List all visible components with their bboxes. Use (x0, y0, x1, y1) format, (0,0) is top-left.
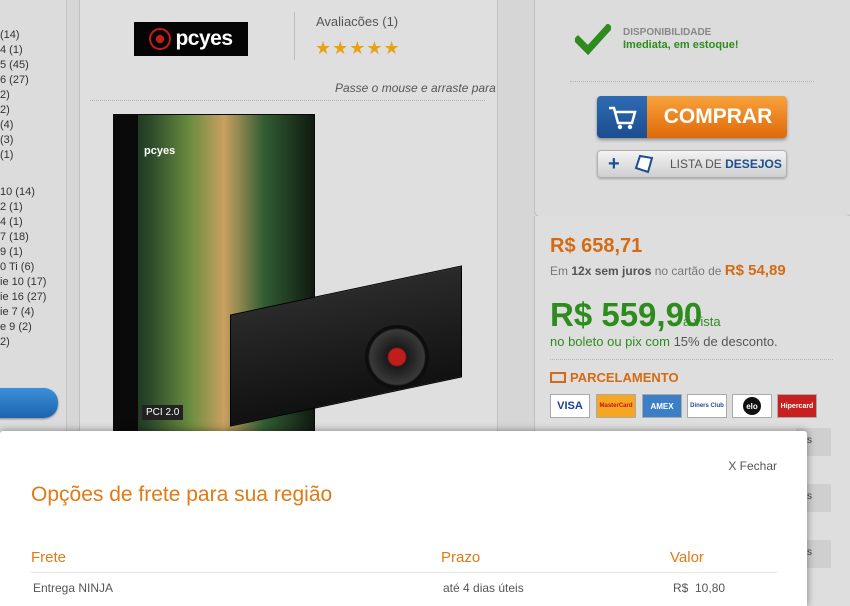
sidebar-item[interactable]: (1) (0, 148, 13, 163)
box-brand-text: pcyes (144, 145, 176, 157)
discount-line: no boleto ou pix com 15% de desconto. (550, 334, 778, 349)
filter-button[interactable] (0, 388, 58, 418)
brand-logo-icon (149, 28, 172, 50)
cash-price: R$ 559,90 (550, 296, 703, 333)
product-gallery-panel: pcyes Avaliacões (1) ★★★★★ Passe o mouse… (79, 0, 498, 442)
sidebar-item[interactable]: 10 (14) (0, 185, 35, 200)
sidebar-item[interactable]: 5 (45) (0, 58, 29, 73)
installments-title[interactable]: PARCELAMENTO (550, 370, 679, 385)
sidebar-item[interactable]: 2) (0, 103, 10, 118)
mastercard-logo: MasterCard (596, 394, 636, 418)
sidebar-item[interactable]: 2 (1) (0, 200, 23, 215)
sidebar-item[interactable]: 4 (1) (0, 215, 23, 230)
sidebar-item[interactable]: 7 (18) (0, 230, 29, 245)
modal-title: Opções de frete para sua região (31, 483, 333, 506)
cash-price-suffix: à vista (683, 314, 721, 329)
buy-button[interactable]: COMPRAR (597, 96, 787, 138)
card-icon (550, 372, 566, 383)
brand-logo[interactable]: pcyes (134, 22, 248, 56)
sidebar-item[interactable]: ie 16 (27) (0, 290, 46, 305)
divider (570, 81, 814, 82)
sidebar-item[interactable]: (14) (0, 28, 20, 43)
visa-logo: VISA (550, 394, 590, 418)
old-price: R$ 658,71 (550, 235, 643, 257)
shipping-price: R$ 10,80 (673, 581, 726, 595)
divider (31, 572, 777, 573)
amex-logo: AMEX (642, 394, 682, 418)
installments-line: Em 12x sem juros no cartão de R$ 54,89 (550, 262, 786, 279)
gpu-fan-image (365, 325, 429, 389)
wishlist-button[interactable]: + LISTA DE DESEJOS (597, 150, 787, 178)
reviews-link[interactable]: Avaliacões (1) (316, 14, 398, 29)
check-icon (575, 24, 611, 56)
availability-label: DISPONIBILIDADE (623, 27, 712, 38)
sidebar-item[interactable]: 4 (1) (0, 43, 23, 58)
cart-icon (597, 96, 647, 138)
sidebar-item[interactable]: 9 (1) (0, 245, 23, 260)
sidebar-item[interactable]: e 9 (2) (0, 320, 32, 335)
installment-value: R$ 54,89 (724, 262, 786, 279)
shipping-modal: X Fechar Opções de frete para sua região… (0, 431, 807, 606)
column-header-prazo: Prazo (441, 549, 481, 566)
availability-value: Imediata, em estoque! (623, 39, 739, 51)
shipping-method: Entrega NINJA (33, 581, 114, 595)
divider (90, 100, 485, 101)
divider (550, 359, 833, 360)
sidebar-item[interactable]: (3) (0, 133, 13, 148)
close-button[interactable]: X Fechar (728, 459, 777, 473)
sidebar-item[interactable]: 2) (0, 88, 10, 103)
box-side (114, 115, 138, 441)
shipping-deadline: até 4 dias úteis (443, 581, 524, 595)
wishlist-icon (634, 154, 654, 174)
elo-logo: elo (732, 394, 772, 418)
purchase-panel: DISPONIBILIDADE Imediata, em estoque! CO… (534, 0, 850, 217)
sidebar-item[interactable]: 2) (0, 335, 10, 350)
rating-stars: ★★★★★ (315, 38, 401, 58)
plus-icon: + (608, 153, 620, 175)
box-badge: PCI 2.0 (142, 405, 184, 420)
divider (294, 12, 295, 60)
sidebar-item[interactable]: ie 7 (4) (0, 305, 34, 320)
wishlist-label: LISTA DE DESEJOS (670, 157, 782, 171)
zoom-hint: Passe o mouse e arraste para (335, 81, 496, 95)
column-header-valor: Valor (670, 549, 704, 566)
buy-button-label: COMPRAR (663, 105, 773, 128)
brand-logo-text: pcyes (175, 27, 233, 50)
diners-logo: Diners Club (687, 394, 727, 418)
sidebar-item[interactable]: 6 (27) (0, 73, 29, 88)
sidebar-item[interactable]: ie 10 (17) (0, 275, 46, 290)
sidebar-item[interactable]: (4) (0, 118, 13, 133)
hipercard-logo: Hipercard (777, 394, 817, 418)
column-header-frete: Frete (31, 549, 67, 566)
sidebar-item[interactable]: 0 Ti (6) (0, 260, 34, 275)
